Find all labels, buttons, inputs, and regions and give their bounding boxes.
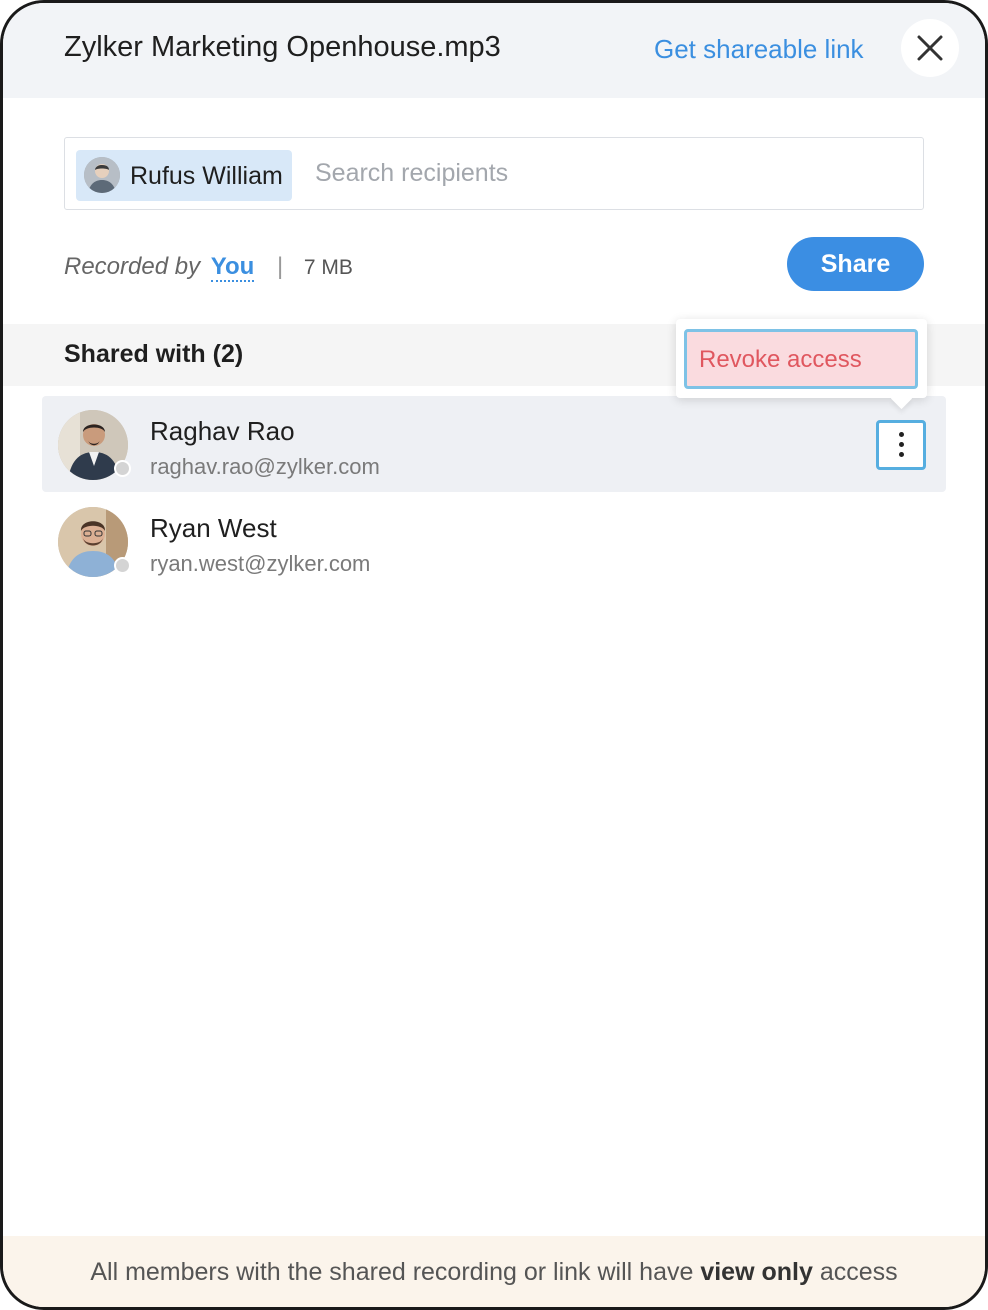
meta-separator: | xyxy=(276,253,284,280)
avatar xyxy=(84,157,120,193)
access-note: All members with the shared recording or… xyxy=(3,1236,985,1307)
share-button[interactable]: Share xyxy=(787,237,924,291)
presence-indicator xyxy=(114,460,131,477)
get-shareable-link[interactable]: Get shareable link xyxy=(654,34,864,65)
more-options-button[interactable] xyxy=(876,420,926,470)
file-size: 7 MB xyxy=(303,256,353,279)
member-name: Ryan West xyxy=(150,513,277,543)
access-note-text: All members with the shared recording or… xyxy=(3,1258,985,1287)
access-note-prefix: All members with the shared recording or… xyxy=(90,1258,694,1286)
recorded-by-value[interactable]: You xyxy=(210,253,255,282)
close-icon xyxy=(917,35,943,61)
file-title: Zylker Marketing Openhouse.mp3 xyxy=(64,31,501,63)
member-row[interactable]: Raghav Rao raghav.rao@zylker.com xyxy=(42,396,946,492)
share-dialog: Zylker Marketing Openhouse.mp3 Get share… xyxy=(0,0,988,1310)
presence-indicator xyxy=(114,557,131,574)
recipient-chip-label: Rufus William xyxy=(130,162,283,190)
recorded-by-label: Recorded by xyxy=(64,253,201,280)
revoke-access-item[interactable]: Revoke access xyxy=(684,329,918,389)
shared-with-title: Shared with (2) xyxy=(64,340,244,368)
dialog-header: Zylker Marketing Openhouse.mp3 Get share… xyxy=(3,3,985,98)
recording-meta: Recorded by You | 7 MB xyxy=(64,253,353,282)
member-row[interactable]: Ryan West ryan.west@zylker.com xyxy=(42,493,946,589)
member-email: raghav.rao@zylker.com xyxy=(150,454,380,479)
member-email: ryan.west@zylker.com xyxy=(150,551,371,576)
recipient-field[interactable]: Rufus William xyxy=(64,137,924,210)
member-options-menu: Revoke access xyxy=(676,319,927,410)
search-input[interactable] xyxy=(315,152,905,194)
access-note-suffix: access xyxy=(819,1258,898,1286)
member-name: Raghav Rao xyxy=(150,416,295,446)
revoke-access-label: Revoke access xyxy=(699,346,862,373)
recipient-chip[interactable]: Rufus William xyxy=(76,150,292,201)
access-note-emphasis: view only xyxy=(700,1258,813,1286)
close-button[interactable] xyxy=(901,19,959,77)
